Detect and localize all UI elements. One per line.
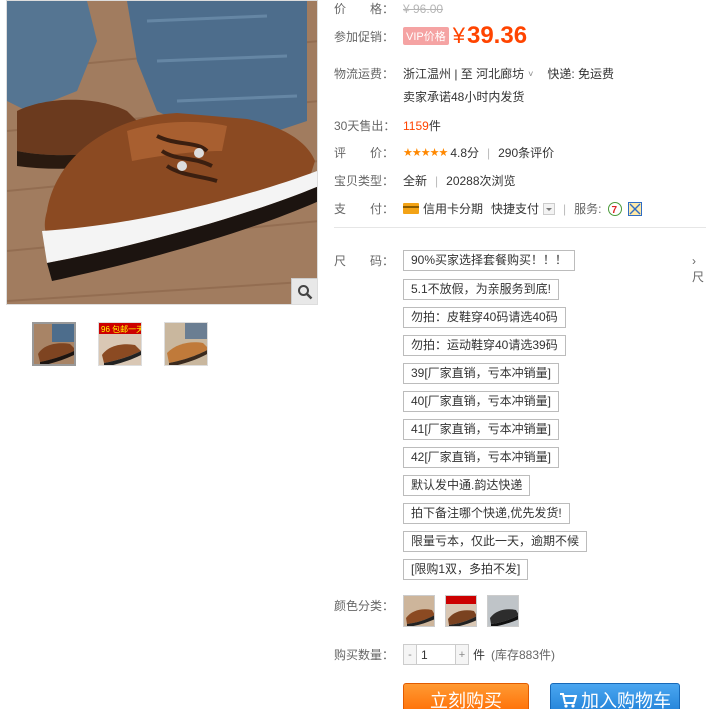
size-option[interactable]: 限量亏本，仅此一天，逾期不候 bbox=[403, 531, 588, 552]
svg-text:7: 7 bbox=[611, 205, 617, 216]
shipping-note-row: 卖家承诺48小时内发货 bbox=[403, 88, 524, 105]
promo-row: 参加促销： VIP价格 ¥ 39.36 bbox=[334, 22, 527, 50]
shipping-route[interactable]: 浙江温州 | 至 河北廊坊 bbox=[403, 65, 524, 82]
review-count-link[interactable]: 290条评价 bbox=[498, 144, 554, 161]
item-type-label: 宝贝类型： bbox=[334, 174, 395, 188]
price-row: 价 格： ¥ 96.00 bbox=[334, 0, 443, 17]
payment-row: 支 付： 信用卡分期 快捷支付 | 服务: 7 bbox=[334, 200, 642, 217]
size-option[interactable]: 拍下备注哪个快递,优先发货! bbox=[403, 503, 570, 524]
color-swatch[interactable] bbox=[445, 595, 477, 627]
payment-dropdown[interactable] bbox=[543, 202, 556, 215]
shopping-cart-icon bbox=[560, 693, 577, 708]
quantity-label: 购买数量： bbox=[334, 648, 395, 662]
seven-day-return-icon[interactable]: 7 bbox=[607, 201, 622, 216]
thumbnail-1[interactable] bbox=[32, 322, 76, 366]
more-sizes-link[interactable]: › 尺 bbox=[692, 254, 706, 285]
rating-row: 评 价： ★★★★★ 4.8分 | 290条评价 bbox=[334, 144, 554, 161]
shipping-label: 物流运费： bbox=[334, 67, 395, 81]
divider bbox=[334, 227, 706, 228]
quantity-decrease-button[interactable]: - bbox=[403, 644, 417, 665]
color-swatch[interactable] bbox=[403, 595, 435, 627]
size-option[interactable]: 39[厂家直销，亏本冲销量] bbox=[403, 363, 560, 384]
size-option[interactable]: [限购1双，多拍不发] bbox=[403, 559, 529, 580]
zoom-button[interactable] bbox=[291, 278, 317, 304]
separator: | bbox=[487, 145, 491, 160]
stock-count: (库存883件) bbox=[491, 648, 556, 662]
color-row: 颜色分类： bbox=[334, 597, 403, 614]
quantity-input[interactable] bbox=[417, 644, 455, 665]
currency-symbol: ¥ bbox=[452, 23, 465, 48]
separator: | bbox=[435, 173, 439, 188]
size-option[interactable]: 41[厂家直销，亏本冲销量] bbox=[403, 419, 560, 440]
quantity-unit: 件 bbox=[473, 648, 486, 662]
swatch-shoe-image bbox=[446, 596, 476, 626]
size-option[interactable]: 默认发中通.韵达快递 bbox=[403, 475, 531, 496]
swatch-shoe-image bbox=[404, 596, 434, 626]
size-option[interactable]: 5.1不放假，为亲服务到底! bbox=[403, 279, 560, 300]
shoe-photo bbox=[7, 1, 317, 304]
payment-label: 支 付： bbox=[334, 202, 395, 216]
item-type-row: 宝贝类型： 全新 | 20288次浏览 bbox=[334, 172, 516, 189]
credit-card-icon bbox=[403, 203, 419, 214]
sales-label: 30天售出： bbox=[334, 119, 396, 133]
main-product-image[interactable] bbox=[6, 0, 318, 305]
rating-label: 评 价： bbox=[334, 146, 395, 160]
thumbnail-3[interactable] bbox=[164, 322, 208, 366]
installment-option[interactable]: 信用卡分期 bbox=[403, 200, 483, 217]
thumbnail-shoe-image bbox=[165, 323, 207, 365]
sales-count: 1159 bbox=[403, 118, 429, 133]
buy-now-button[interactable]: 立刻购买 bbox=[403, 683, 529, 709]
shipping-row: 物流运费： 浙江温州 | 至 河北廊坊 ˅ 快递: 免运费 bbox=[334, 65, 614, 82]
thumbnail-shoe-image: 96 包邮一天 bbox=[99, 323, 142, 365]
color-swatches bbox=[403, 595, 519, 627]
promo-price: 39.36 bbox=[466, 22, 528, 49]
courier-fee: 快递: 免运费 bbox=[547, 67, 615, 81]
thumbnail-shoe-image bbox=[34, 324, 74, 364]
buy-now-label: 立刻购买 bbox=[430, 691, 502, 709]
size-row: 尺 码： bbox=[334, 252, 403, 269]
swatch-shoe-image bbox=[488, 596, 518, 626]
vip-price-badge: VIP价格 bbox=[403, 27, 449, 45]
guarantee-icon[interactable] bbox=[627, 201, 642, 216]
size-label: 尺 码： bbox=[334, 254, 395, 268]
color-swatch[interactable] bbox=[487, 595, 519, 627]
chevron-down-icon: ˅ bbox=[528, 68, 534, 79]
price-label: 价 格： bbox=[334, 2, 395, 16]
thumbnail-2[interactable]: 96 包邮一天 bbox=[98, 322, 142, 366]
separator: | bbox=[563, 201, 567, 216]
sales-row: 30天售出： 1159 件 bbox=[334, 117, 441, 134]
size-option[interactable]: 勿拍：皮鞋穿40码请选40码 bbox=[403, 307, 566, 328]
size-option[interactable]: 勿拍：运动鞋穿40请选39码 bbox=[403, 335, 566, 356]
quick-pay-text: 快捷支付 bbox=[491, 202, 540, 216]
thumbnail-strip: 96 包邮一天 bbox=[32, 322, 208, 366]
sales-unit: 件 bbox=[428, 119, 441, 133]
size-option[interactable]: 42[厂家直销，亏本冲销量] bbox=[403, 447, 560, 468]
rating-score: 4.8分 bbox=[450, 146, 479, 160]
quantity-stepper: - + 件 (库存883件) bbox=[403, 644, 555, 665]
size-option[interactable]: 40[厂家直销，亏本冲销量] bbox=[403, 391, 560, 412]
view-count: 20288次浏览 bbox=[446, 174, 516, 188]
size-option[interactable]: 90%买家选择套餐购买！！！ bbox=[403, 250, 576, 271]
original-price: ¥ 96.00 bbox=[403, 1, 444, 16]
quantity-row: 购买数量： bbox=[334, 646, 403, 663]
add-to-cart-button[interactable]: 加入购物车 bbox=[550, 683, 680, 709]
service-label: 服务: bbox=[574, 202, 602, 216]
magnifier-icon bbox=[297, 284, 312, 299]
item-condition: 全新 bbox=[403, 174, 428, 188]
product-page: 96 包邮一天 价 格： ¥ 96.00 参加促销： VIP价格 ¥ 39.36 bbox=[0, 0, 706, 709]
add-to-cart-label: 加入购物车 bbox=[581, 691, 671, 709]
shipping-promise: 卖家承诺48小时内发货 bbox=[403, 90, 525, 104]
color-label: 颜色分类： bbox=[334, 599, 395, 613]
quantity-increase-button[interactable]: + bbox=[455, 644, 469, 665]
thumbnail-promo-text: 96 包邮一天 bbox=[101, 324, 142, 334]
promo-label: 参加促销： bbox=[334, 29, 395, 44]
star-rating-icon: ★★★★★ bbox=[403, 147, 448, 159]
installment-text: 信用卡分期 bbox=[423, 202, 484, 216]
